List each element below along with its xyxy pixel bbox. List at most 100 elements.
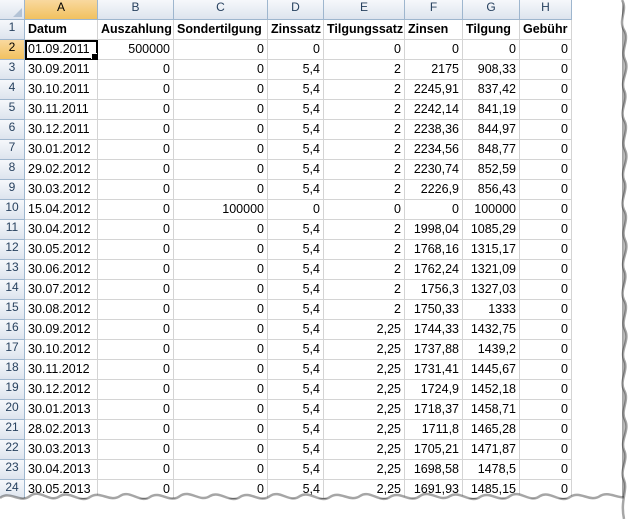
data-cell[interactable]: 2 (324, 180, 405, 200)
data-cell[interactable]: 0 (174, 420, 268, 440)
data-cell[interactable]: 0 (520, 440, 572, 460)
row-header-16[interactable]: 16 (0, 320, 25, 340)
row-header-12[interactable]: 12 (0, 240, 25, 260)
data-cell[interactable]: 2,25 (324, 380, 405, 400)
data-cell[interactable]: 0 (520, 360, 572, 380)
data-cell[interactable]: 0 (324, 40, 405, 60)
data-cell[interactable]: 5,4 (268, 300, 324, 320)
data-cell[interactable]: 0 (405, 40, 463, 60)
data-cell[interactable]: 1432,75 (463, 320, 520, 340)
data-cell[interactable]: 0 (405, 200, 463, 220)
data-cell[interactable]: 5,4 (268, 100, 324, 120)
data-cell[interactable]: 0 (174, 160, 268, 180)
column-header-h[interactable]: H (520, 0, 572, 20)
header-cell-f[interactable]: Zinsen (405, 20, 463, 40)
data-cell[interactable]: 2 (324, 160, 405, 180)
data-cell[interactable]: 0 (520, 420, 572, 440)
data-cell[interactable]: 0 (174, 280, 268, 300)
data-cell[interactable]: 0 (174, 300, 268, 320)
data-cell[interactable]: 15.04.2012 (25, 200, 98, 220)
data-cell[interactable]: 1321,09 (463, 260, 520, 280)
data-cell[interactable]: 0 (174, 440, 268, 460)
data-cell[interactable]: 0 (520, 100, 572, 120)
data-cell[interactable]: 841,19 (463, 100, 520, 120)
data-cell[interactable]: 0 (520, 380, 572, 400)
data-cell[interactable]: 0 (98, 260, 174, 280)
data-cell[interactable]: 1724,9 (405, 380, 463, 400)
data-cell[interactable]: 0 (324, 200, 405, 220)
data-cell[interactable]: 100000 (174, 200, 268, 220)
row-header-1[interactable]: 1 (0, 20, 25, 40)
data-cell[interactable]: 0 (268, 40, 324, 60)
data-cell[interactable]: 2 (324, 100, 405, 120)
data-cell[interactable]: 100000 (463, 200, 520, 220)
data-cell[interactable]: 1327,03 (463, 280, 520, 300)
data-cell[interactable]: 1458,71 (463, 400, 520, 420)
data-cell[interactable]: 0 (174, 400, 268, 420)
data-cell[interactable]: 0 (520, 200, 572, 220)
data-cell[interactable]: 0 (98, 380, 174, 400)
header-cell-h[interactable]: Gebühr (520, 20, 572, 40)
data-cell[interactable]: 30.04.2013 (25, 460, 98, 480)
data-cell[interactable]: 1698,58 (405, 460, 463, 480)
data-cell[interactable]: 30.05.2012 (25, 240, 98, 260)
data-cell[interactable]: 2245,91 (405, 80, 463, 100)
row-header-7[interactable]: 7 (0, 140, 25, 160)
row-header-2[interactable]: 2 (0, 40, 25, 60)
data-cell[interactable]: 5,4 (268, 120, 324, 140)
column-header-f[interactable]: F (405, 0, 463, 20)
data-cell[interactable]: 0 (520, 120, 572, 140)
data-cell[interactable]: 0 (98, 400, 174, 420)
header-cell-g[interactable]: Tilgung (463, 20, 520, 40)
data-cell[interactable]: 2175 (405, 60, 463, 80)
data-cell[interactable]: 0 (98, 360, 174, 380)
row-header-5[interactable]: 5 (0, 100, 25, 120)
data-cell[interactable]: 1085,29 (463, 220, 520, 240)
data-cell[interactable]: 2 (324, 300, 405, 320)
data-cell[interactable]: 0 (520, 160, 572, 180)
row-header-17[interactable]: 17 (0, 340, 25, 360)
data-cell[interactable]: 1768,16 (405, 240, 463, 260)
data-cell[interactable]: 1756,3 (405, 280, 463, 300)
row-header-6[interactable]: 6 (0, 120, 25, 140)
column-header-b[interactable]: B (98, 0, 174, 20)
column-header-a[interactable]: A (25, 0, 98, 20)
data-cell[interactable]: 1750,33 (405, 300, 463, 320)
data-cell[interactable]: 0 (98, 120, 174, 140)
data-cell[interactable]: 0 (98, 320, 174, 340)
data-cell[interactable]: 5,4 (268, 180, 324, 200)
data-cell[interactable]: 5,4 (268, 440, 324, 460)
data-cell[interactable]: 30.11.2011 (25, 100, 98, 120)
data-cell[interactable]: 30.08.2012 (25, 300, 98, 320)
data-cell[interactable]: 2,25 (324, 340, 405, 360)
data-cell[interactable]: 0 (174, 380, 268, 400)
data-cell[interactable]: 1471,87 (463, 440, 520, 460)
data-cell[interactable]: 1705,21 (405, 440, 463, 460)
data-cell[interactable]: 2242,14 (405, 100, 463, 120)
data-cell[interactable]: 0 (520, 280, 572, 300)
row-header-23[interactable]: 23 (0, 460, 25, 480)
data-cell[interactable]: 2,25 (324, 320, 405, 340)
data-cell[interactable]: 1445,67 (463, 360, 520, 380)
row-header-15[interactable]: 15 (0, 300, 25, 320)
data-cell[interactable]: 0 (520, 300, 572, 320)
data-cell[interactable]: 2,25 (324, 440, 405, 460)
data-cell[interactable]: 0 (98, 340, 174, 360)
data-cell[interactable]: 0 (174, 60, 268, 80)
row-header-10[interactable]: 10 (0, 200, 25, 220)
data-cell[interactable]: 0 (98, 180, 174, 200)
data-cell[interactable]: 30.11.2012 (25, 360, 98, 380)
data-cell[interactable]: 1478,5 (463, 460, 520, 480)
row-header-4[interactable]: 4 (0, 80, 25, 100)
data-cell[interactable]: 1731,41 (405, 360, 463, 380)
data-cell[interactable]: 0 (98, 440, 174, 460)
data-cell[interactable]: 2,25 (324, 400, 405, 420)
select-all-corner[interactable] (0, 0, 25, 20)
data-cell[interactable]: 0 (174, 340, 268, 360)
data-cell[interactable]: 5,4 (268, 420, 324, 440)
data-cell[interactable]: 0 (174, 120, 268, 140)
data-cell[interactable]: 30.10.2011 (25, 80, 98, 100)
data-cell[interactable]: 0 (98, 220, 174, 240)
data-cell[interactable]: 0 (98, 300, 174, 320)
data-cell[interactable]: 500000 (98, 40, 174, 60)
